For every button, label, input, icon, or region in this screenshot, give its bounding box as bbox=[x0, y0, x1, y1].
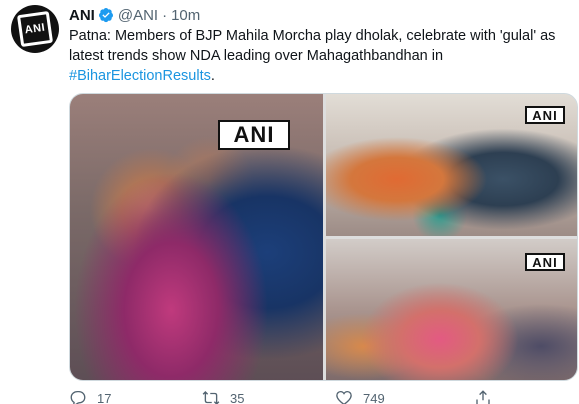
photo-bottom-right[interactable]: ANI bbox=[326, 239, 577, 380]
tweet-timestamp[interactable]: 10m bbox=[171, 7, 200, 24]
share-icon bbox=[476, 390, 490, 404]
watermark-top-right: ANI bbox=[525, 106, 565, 124]
photo-left[interactable]: ANI bbox=[70, 94, 323, 380]
reply-count: 17 bbox=[97, 390, 112, 404]
avatar-logo-text: ANI bbox=[24, 21, 46, 37]
media-grid: ANI ANI ANI bbox=[69, 93, 578, 381]
tweet-trailing: . bbox=[210, 68, 215, 84]
like-icon bbox=[336, 390, 352, 404]
tweet-body: Patna: Members of BJP Mahila Morcha play… bbox=[69, 28, 556, 64]
tweet-actions: 17 35 749 bbox=[69, 388, 549, 404]
watermark-left: ANI bbox=[218, 120, 290, 150]
tweet-text: Patna: Members of BJP Mahila Morcha play… bbox=[69, 26, 569, 86]
retweet-icon bbox=[202, 391, 220, 404]
hashtag-link[interactable]: #BiharElectionResults bbox=[69, 68, 211, 84]
share-button[interactable] bbox=[474, 389, 502, 404]
account-handle[interactable]: @ANI bbox=[118, 7, 158, 24]
verified-badge-icon bbox=[98, 8, 113, 23]
like-button[interactable]: 749 bbox=[335, 389, 385, 404]
avatar[interactable]: ANI bbox=[11, 5, 59, 53]
photo-top-right[interactable]: ANI bbox=[326, 94, 577, 236]
tweet-header: ANI @ANI · 10m bbox=[69, 5, 200, 25]
reply-button[interactable]: 17 bbox=[69, 389, 111, 404]
reply-icon bbox=[70, 390, 86, 404]
ani-logo-icon: ANI bbox=[16, 10, 54, 48]
like-count: 749 bbox=[363, 390, 385, 404]
separator-dot: · bbox=[162, 6, 168, 24]
retweet-count: 35 bbox=[230, 390, 245, 404]
watermark-bottom-right: ANI bbox=[525, 253, 565, 271]
account-name[interactable]: ANI bbox=[69, 7, 95, 24]
retweet-button[interactable]: 35 bbox=[202, 389, 244, 404]
